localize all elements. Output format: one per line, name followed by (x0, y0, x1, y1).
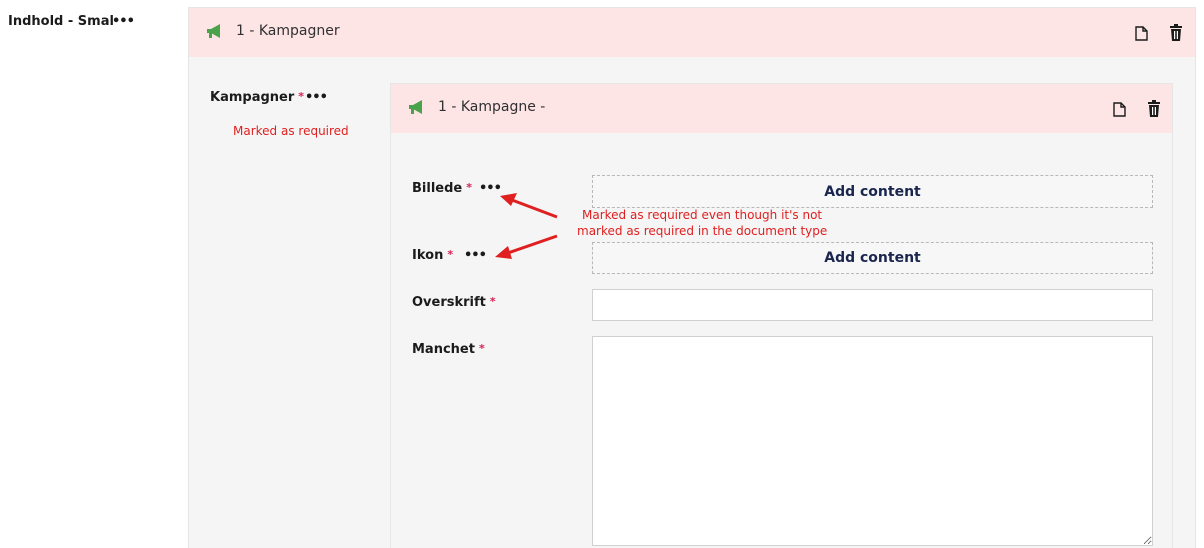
property-label-kampagner: Kampagner * (210, 90, 305, 105)
copy-icon[interactable] (1111, 100, 1129, 118)
add-content-button[interactable]: Add content (592, 242, 1153, 274)
annotation-note: marked as required in the document type (577, 224, 828, 238)
megaphone-icon (207, 24, 220, 38)
property-actions-button[interactable]: ••• (305, 90, 328, 105)
property-label-ikon: Ikon * (412, 248, 454, 263)
block-title: 1 - Kampagne - (438, 99, 546, 115)
overskrift-input[interactable] (592, 289, 1153, 321)
megaphone-icon (409, 100, 422, 114)
add-content-button[interactable]: Add content (592, 175, 1153, 208)
property-label-indhold-smal: Indhold - Smal (8, 14, 114, 29)
manchet-textarea[interactable] (592, 336, 1153, 546)
property-actions-button[interactable]: ••• (479, 181, 502, 196)
trash-icon[interactable] (1168, 24, 1184, 42)
copy-icon[interactable] (1133, 24, 1151, 42)
property-label-manchet: Manchet * (412, 342, 485, 357)
annotation-note: Marked as required even though it's not (582, 208, 823, 222)
block-title: 1 - Kampagner (236, 23, 340, 39)
property-actions-button[interactable]: ••• (112, 14, 135, 29)
property-actions-button[interactable]: ••• (464, 248, 487, 263)
property-label-billede: Billede * (412, 181, 472, 196)
trash-icon[interactable] (1146, 100, 1162, 118)
annotation-note: Marked as required (233, 124, 349, 138)
property-label-overskrift: Overskrift * (412, 295, 496, 310)
